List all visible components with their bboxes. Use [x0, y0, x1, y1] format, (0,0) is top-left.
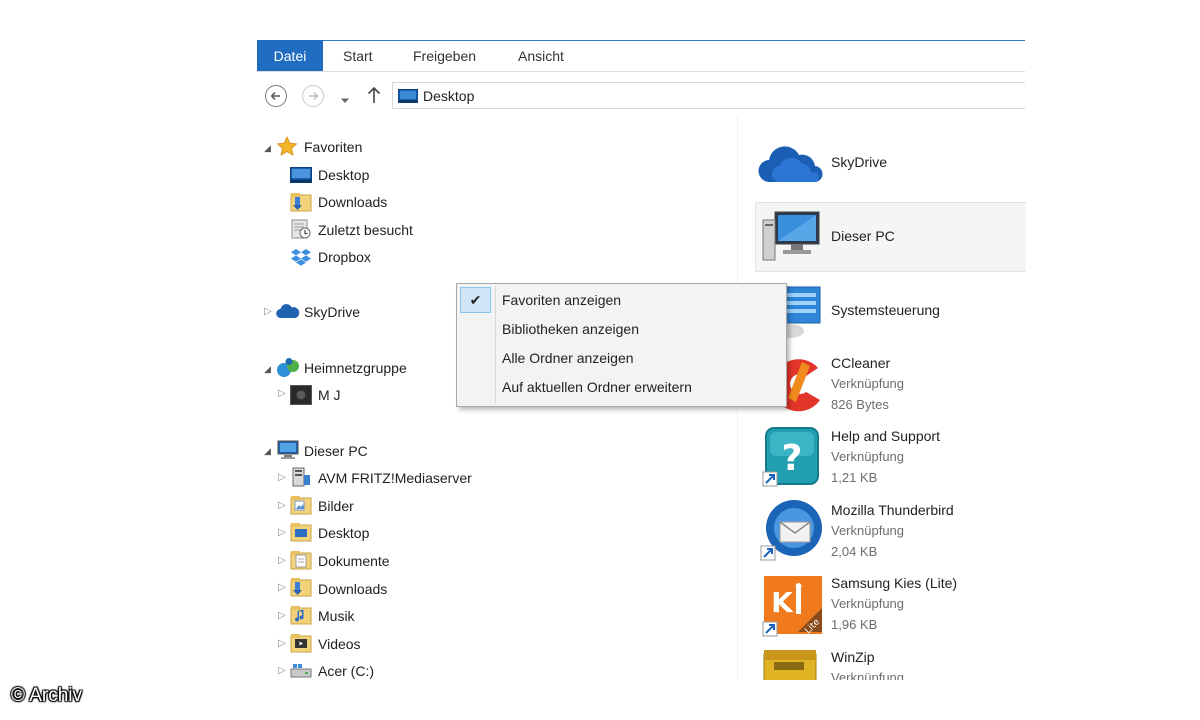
computer-icon	[277, 440, 299, 459]
tab-freigeben[interactable]: Freigeben	[413, 40, 476, 71]
item-ccleaner[interactable]: CCleaner	[831, 355, 890, 371]
expand-arrow-icon[interactable]: ▷	[278, 388, 286, 399]
computer-icon	[762, 211, 820, 261]
desktop-icon	[290, 167, 312, 183]
desktop-icon	[398, 89, 418, 103]
tab-datei[interactable]: Datei	[257, 40, 323, 71]
nav-pc-desktop[interactable]: Desktop	[318, 525, 369, 541]
arrow-up-icon	[367, 86, 381, 103]
item-help-support[interactable]: Help and Support	[831, 428, 940, 444]
expand-arrow-icon[interactable]: ▷	[278, 638, 286, 649]
menu-item-show-favorites[interactable]: Favoriten anzeigen	[502, 292, 621, 308]
collapse-arrow-icon[interactable]: ◢	[264, 364, 271, 375]
arrow-right-icon	[309, 91, 319, 101]
menu-item-expand-to-current[interactable]: Auf aktuellen Ordner erweitern	[502, 379, 692, 395]
expand-arrow-icon[interactable]: ▷	[278, 527, 286, 538]
dropdown-arrow-icon	[341, 98, 349, 103]
arrow-left-icon	[270, 91, 280, 101]
item-systemsteuerung[interactable]: Systemsteuerung	[831, 302, 940, 318]
collapse-arrow-icon[interactable]: ◢	[264, 143, 271, 154]
item-thunderbird-type: Verknüpfung	[831, 523, 905, 538]
item-samsung-kies-size: 1,96 KB	[831, 617, 878, 632]
address-location: Desktop	[423, 88, 475, 104]
cloud-icon	[276, 304, 300, 319]
item-help-support-type: Verknüpfung	[831, 449, 905, 464]
menu-item-show-all-folders[interactable]: Alle Ordner anzeigen	[502, 350, 634, 366]
collapse-arrow-icon[interactable]: ◢	[264, 446, 271, 457]
back-button[interactable]	[265, 85, 287, 107]
nav-favorites[interactable]: Favoriten	[304, 139, 362, 155]
expand-arrow-icon[interactable]: ▷	[278, 610, 286, 621]
expand-arrow-icon[interactable]: ▷	[278, 500, 286, 511]
watermark: © Archiv	[11, 685, 83, 706]
menu-gutter-divider	[495, 286, 496, 404]
item-ccleaner-type: Verknüpfung	[831, 376, 905, 391]
nav-pc-videos[interactable]: Videos	[318, 636, 361, 652]
expand-arrow-icon[interactable]: ▷	[278, 472, 286, 483]
documents-folder-icon	[290, 551, 312, 570]
drive-icon	[290, 664, 312, 678]
nav-pc-downloads[interactable]: Downloads	[318, 581, 387, 597]
media-server-icon	[292, 467, 310, 487]
nav-favorites-recent[interactable]: Zuletzt besucht	[318, 222, 413, 238]
user-avatar-icon	[290, 385, 312, 405]
winzip-icon	[763, 650, 817, 680]
nav-pane-context-menu: ✔ Favoriten anzeigen Bibliotheken anzeig…	[456, 283, 787, 407]
expand-arrow-icon[interactable]: ▷	[278, 582, 286, 593]
expand-arrow-icon[interactable]: ▷	[278, 555, 286, 566]
recent-places-icon	[291, 219, 311, 239]
item-thunderbird-size: 2,04 KB	[831, 544, 878, 559]
nav-pc-mediaserver[interactable]: AVM FRITZ!Mediaserver	[318, 470, 472, 486]
thunderbird-icon	[760, 500, 822, 561]
nav-pc-musik[interactable]: Musik	[318, 608, 355, 624]
up-button[interactable]	[366, 86, 382, 109]
desktop-folder-icon	[290, 523, 312, 542]
address-bar[interactable]: Desktop	[392, 82, 1025, 109]
downloads-folder-icon	[290, 193, 312, 212]
svg-text:K: K	[771, 586, 794, 619]
menu-item-show-libraries[interactable]: Bibliotheken anzeigen	[502, 321, 639, 337]
homegroup-icon	[277, 358, 299, 377]
item-thunderbird[interactable]: Mozilla Thunderbird	[831, 502, 954, 518]
help-icon: ?	[762, 427, 819, 487]
dropbox-icon	[291, 249, 311, 266]
nav-favorites-desktop[interactable]: Desktop	[318, 167, 369, 183]
recent-locations-button[interactable]	[340, 92, 350, 110]
item-winzip[interactable]: WinZip	[831, 649, 875, 665]
expand-arrow-icon[interactable]: ▷	[264, 306, 272, 317]
skydrive-cloud-icon	[758, 146, 823, 183]
videos-folder-icon	[290, 634, 312, 653]
item-this-pc[interactable]: Dieser PC	[831, 228, 895, 244]
item-help-support-size: 1,21 KB	[831, 470, 878, 485]
ribbon-tab-bar: Datei Start Freigeben Ansicht	[257, 40, 1025, 72]
nav-this-pc[interactable]: Dieser PC	[304, 443, 368, 459]
nav-skydrive[interactable]: SkyDrive	[304, 304, 360, 320]
nav-pc-bilder[interactable]: Bilder	[318, 498, 354, 514]
item-winzip-type: Verknüpfung	[831, 670, 905, 680]
star-icon	[276, 136, 298, 156]
forward-button[interactable]	[302, 85, 324, 107]
tab-ansicht[interactable]: Ansicht	[518, 40, 564, 71]
nav-favorites-downloads[interactable]: Downloads	[318, 194, 387, 210]
item-ccleaner-size: 826 Bytes	[831, 397, 889, 412]
item-samsung-kies-type: Verknüpfung	[831, 596, 905, 611]
tab-start[interactable]: Start	[343, 40, 373, 71]
item-winzip-tile[interactable]: Verknüpfung	[758, 646, 1038, 680]
expand-arrow-icon[interactable]: ▷	[278, 665, 286, 676]
music-folder-icon	[290, 606, 312, 625]
svg-text:?: ?	[782, 438, 803, 479]
item-skydrive[interactable]: SkyDrive	[831, 154, 887, 170]
item-samsung-kies[interactable]: Samsung Kies (Lite)	[831, 575, 957, 591]
nav-pc-drive-c[interactable]: Acer (C:)	[318, 663, 374, 679]
nav-pc-dokumente[interactable]: Dokumente	[318, 553, 390, 569]
pictures-folder-icon	[290, 496, 312, 515]
downloads-folder-icon	[290, 578, 312, 597]
nav-homegroup[interactable]: Heimnetzgruppe	[304, 360, 407, 376]
nav-homegroup-user[interactable]: M J	[318, 387, 341, 403]
samsung-kies-icon: K Lite	[762, 576, 822, 637]
check-icon: ✔	[460, 287, 491, 313]
nav-favorites-dropbox[interactable]: Dropbox	[318, 249, 371, 265]
